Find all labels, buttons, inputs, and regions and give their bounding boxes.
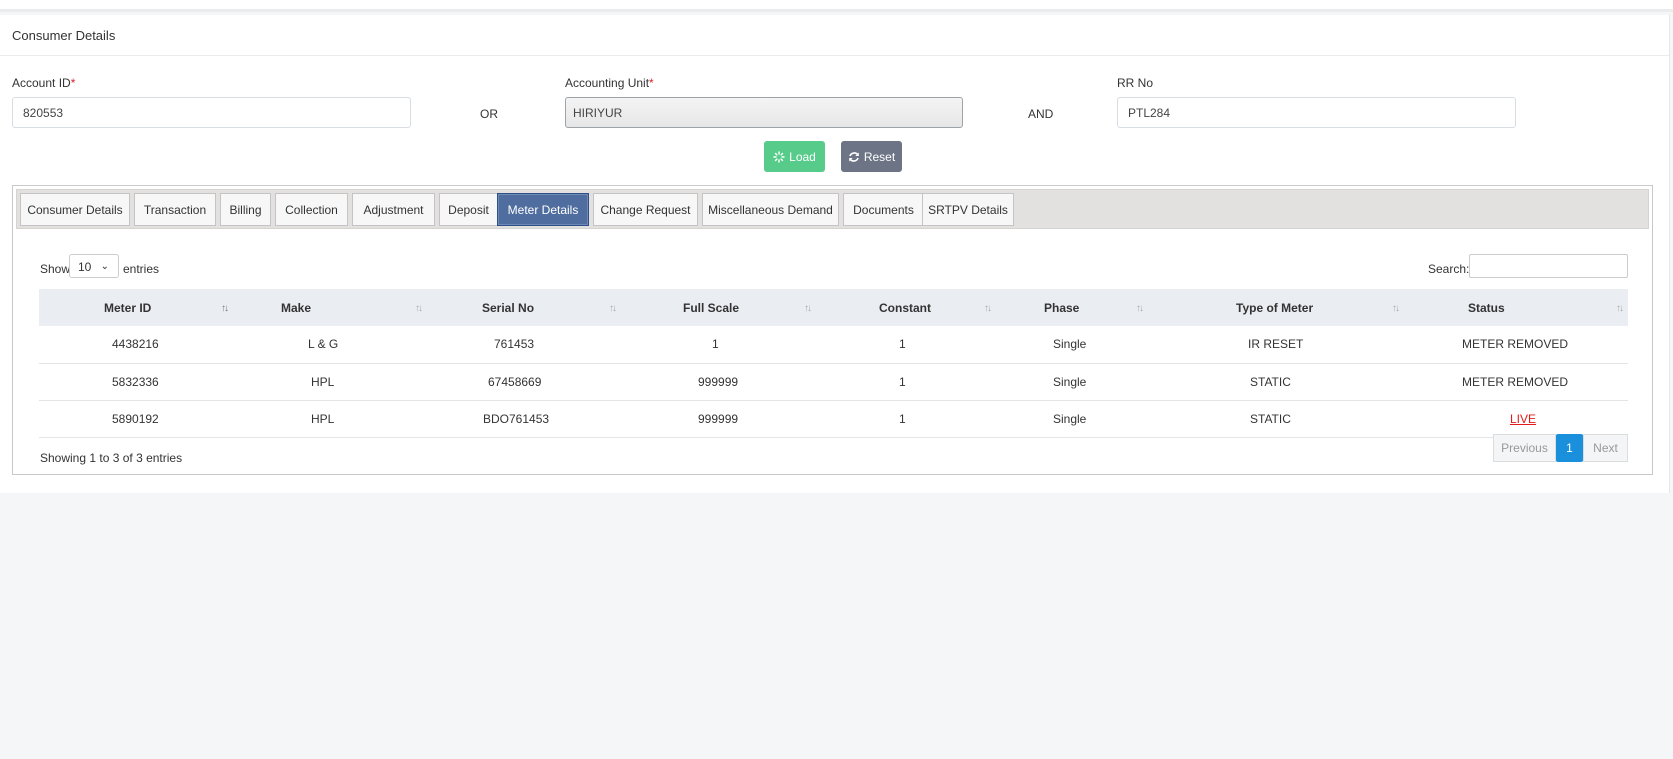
- cell-meter-id: 4438216: [39, 326, 233, 364]
- column-header-type-of-meter[interactable]: Type of Meter ↑↓: [1148, 289, 1404, 326]
- cell-make: HPL: [233, 363, 427, 401]
- top-strip: [0, 0, 1673, 12]
- search-input[interactable]: [1469, 254, 1628, 278]
- sort-asc-icon: ↑↓: [221, 303, 229, 314]
- accounting-unit-input[interactable]: HIRIYUR: [565, 97, 963, 128]
- cell-status: METER REMOVED: [1404, 363, 1628, 401]
- tab-miscellaneous-demand[interactable]: Miscellaneous Demand: [702, 193, 839, 226]
- column-header-full-scale[interactable]: Full Scale ↑↓: [621, 289, 816, 326]
- tab-billing[interactable]: Billing: [220, 193, 271, 226]
- page-size-select[interactable]: 10 ⌄: [69, 254, 119, 278]
- rr-no-input[interactable]: PTL284: [1117, 97, 1516, 128]
- column-header-label: Serial No: [482, 300, 535, 315]
- cell-make: L & G: [233, 326, 427, 364]
- cell-type-of-meter: STATIC: [1148, 400, 1404, 438]
- tab-deposit[interactable]: Deposit: [439, 193, 498, 226]
- or-separator: OR: [480, 107, 498, 121]
- column-header-phase[interactable]: Phase ↑↓: [996, 289, 1148, 326]
- entries-label: entries: [123, 262, 160, 276]
- cell-type-of-meter: IR RESET: [1148, 326, 1404, 364]
- live-status-link[interactable]: LIVE: [1510, 412, 1536, 426]
- sort-icon: ↑↓: [1616, 303, 1624, 314]
- cell-type-of-meter: STATIC: [1148, 363, 1404, 401]
- cell-constant: 1: [816, 400, 996, 438]
- sort-icon: ↑↓: [415, 303, 423, 314]
- reset-button[interactable]: Reset: [841, 141, 902, 172]
- tab-srtpv-details[interactable]: SRTPV Details: [922, 193, 1014, 226]
- tab-bar: Consumer Details Transaction Billing Col…: [16, 189, 1649, 229]
- column-header-label: Phase: [1044, 300, 1080, 315]
- column-header-meter-id[interactable]: Meter ID ↑↓: [39, 289, 233, 326]
- tab-meter-details[interactable]: Meter Details: [497, 193, 589, 226]
- column-header-label: Full Scale: [683, 300, 740, 315]
- required-mark: *: [70, 76, 76, 90]
- column-header-label: Status: [1468, 300, 1505, 315]
- tab-collection[interactable]: Collection: [275, 193, 348, 226]
- next-page-button[interactable]: Next: [1583, 434, 1628, 462]
- column-header-status[interactable]: Status ↑↓: [1404, 289, 1628, 326]
- page-1-button[interactable]: 1: [1556, 434, 1583, 462]
- load-button-label: Load: [789, 149, 816, 164]
- account-id-label: Account ID*: [12, 76, 75, 90]
- and-separator: AND: [1028, 107, 1054, 121]
- sort-icon: ↑↓: [1392, 303, 1400, 314]
- cell-serial-no: 761453: [427, 326, 621, 364]
- show-label: Show: [40, 262, 71, 276]
- cell-status: LIVE: [1404, 400, 1628, 438]
- tab-adjustment[interactable]: Adjustment: [352, 193, 435, 226]
- cell-phase: Single: [996, 326, 1148, 364]
- cell-serial-no: 67458669: [427, 363, 621, 401]
- tab-documents[interactable]: Documents: [843, 193, 924, 226]
- tab-transaction[interactable]: Transaction: [134, 193, 216, 226]
- cell-status: METER REMOVED: [1404, 326, 1628, 364]
- accounting-unit-label-text: Accounting Unit: [565, 76, 650, 90]
- cell-phase: Single: [996, 363, 1148, 401]
- tab-change-request[interactable]: Change Request: [593, 193, 698, 226]
- refresh-icon: [849, 151, 859, 162]
- column-header-label: Constant: [879, 300, 931, 315]
- consumer-details-card: Consumer Details Account ID* 820553 OR A…: [0, 15, 1670, 493]
- cell-full-scale: 999999: [621, 363, 816, 401]
- column-header-serial-no[interactable]: Serial No ↑↓: [427, 289, 621, 326]
- rr-no-label: RR No: [1117, 76, 1154, 90]
- column-header-label: Make: [281, 300, 312, 315]
- column-header-label: Type of Meter: [1236, 300, 1314, 315]
- cell-make: HPL: [233, 400, 427, 438]
- page-title: Consumer Details: [0, 15, 1669, 56]
- table-row: 5890192 HPL BDO761453 999999 1 Single ST…: [39, 400, 1628, 438]
- sort-icon: ↑↓: [984, 303, 992, 314]
- table-row: 4438216 L & G 761453 1 1 Single IR RESET…: [39, 326, 1628, 364]
- cell-phase: Single: [996, 400, 1148, 438]
- column-header-make[interactable]: Make ↑↓: [233, 289, 427, 326]
- details-panel: Consumer Details Transaction Billing Col…: [12, 185, 1653, 475]
- cell-full-scale: 999999: [621, 400, 816, 438]
- table-header-row: Meter ID ↑↓ Make ↑↓ Serial No ↑↓ Full Scale…: [39, 289, 1628, 326]
- column-header-label: Meter ID: [104, 300, 152, 315]
- account-id-label-text: Account ID: [12, 76, 71, 90]
- meter-details-table: Meter ID ↑↓ Make ↑↓ Serial No ↑↓ Full Scale…: [39, 289, 1628, 438]
- cell-full-scale: 1: [621, 326, 816, 364]
- load-button[interactable]: Load: [764, 141, 825, 172]
- account-id-input[interactable]: 820553: [12, 97, 411, 128]
- previous-page-button[interactable]: Previous: [1493, 434, 1556, 462]
- cell-constant: 1: [816, 363, 996, 401]
- search-label: Search:: [1428, 262, 1470, 276]
- cell-meter-id: 5832336: [39, 363, 233, 401]
- chevron-down-icon: ⌄: [100, 261, 109, 272]
- table-info: Showing 1 to 3 of 3 entries: [40, 451, 183, 465]
- cell-constant: 1: [816, 326, 996, 364]
- cell-serial-no: BDO761453: [427, 400, 621, 438]
- sort-icon: ↑↓: [609, 303, 617, 314]
- accounting-unit-label: Accounting Unit*: [565, 76, 654, 90]
- spinner-icon: [773, 150, 785, 163]
- tab-consumer-details[interactable]: Consumer Details: [20, 193, 130, 226]
- sort-icon: ↑↓: [1136, 303, 1144, 314]
- reset-button-label: Reset: [863, 149, 896, 164]
- required-mark: *: [649, 76, 654, 90]
- page-size-value: 10: [78, 260, 92, 274]
- column-header-constant[interactable]: Constant ↑↓: [816, 289, 996, 326]
- cell-meter-id: 5890192: [39, 400, 233, 438]
- table-row: 5832336 HPL 67458669 999999 1 Single STA…: [39, 363, 1628, 401]
- sort-icon: ↑↓: [804, 303, 812, 314]
